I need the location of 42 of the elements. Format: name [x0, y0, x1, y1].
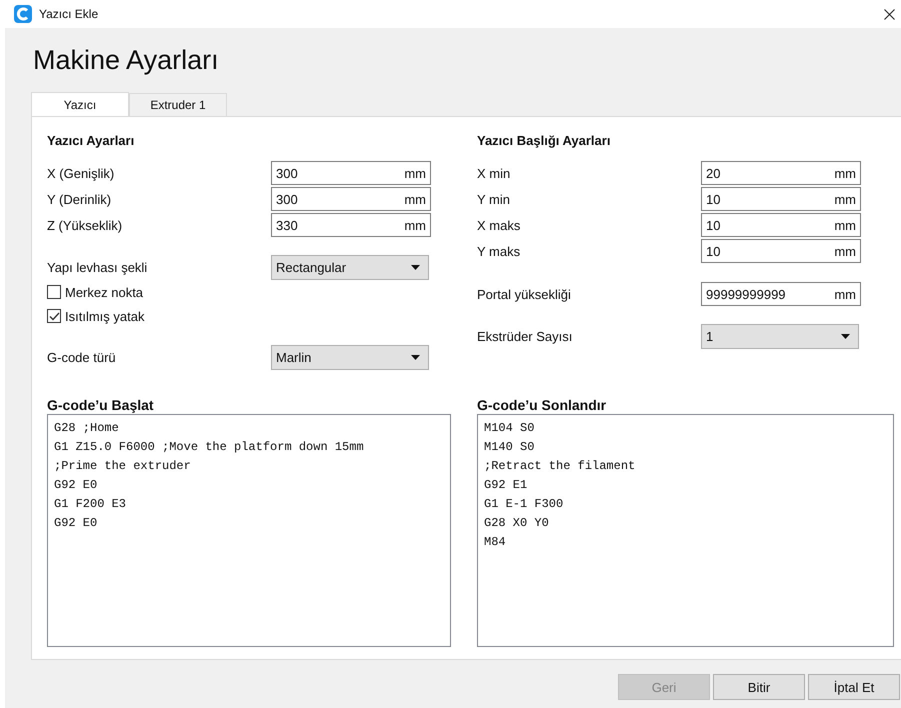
section-title: G-code’u Başlat [47, 396, 154, 414]
checkmark-icon [48, 312, 60, 320]
caret-icon [841, 334, 850, 339]
field-label: G-code türü [47, 350, 117, 365]
code-editor[interactable]: M104 S0 M140 S0 ;Retract the filament G92 E1 G1 E-1 F300 G28 X0 Y0 M84 [477, 414, 894, 647]
number-field[interactable]: 10 mm [701, 187, 861, 211]
page-heading: Makine Ayarları [33, 44, 219, 76]
section-title: Yazıcı Ayarları [47, 132, 134, 150]
caret-icon [411, 355, 420, 360]
dropdown[interactable]: Marlin [271, 345, 429, 370]
app-logo-icon [14, 5, 32, 23]
field-label: X min [477, 166, 512, 180]
tab[interactable]: Extruder 1 [129, 93, 227, 116]
section-title: G-code’u Sonlandır [477, 396, 606, 414]
caret-icon [411, 265, 420, 270]
number-field[interactable]: 300 mm [271, 161, 431, 185]
dialog-button[interactable]: İptal Et [808, 674, 900, 700]
dropdown[interactable]: Rectangular [271, 255, 429, 280]
code-editor[interactable]: G28 ;Home G1 Z15.0 F6000 ;Move the platform down 15mm ;Prime the extruder G92 E0 G1 F200 E3 G92 E0 [47, 414, 451, 647]
field-label: Portal yüksekliği [477, 286, 572, 302]
field-label: X (Genişlik) [47, 166, 116, 180]
number-field[interactable]: 300 mm [271, 187, 431, 211]
tab[interactable]: Yazıcı [31, 92, 129, 116]
field-label: Yapı levhası şekli [47, 260, 148, 275]
number-field[interactable]: 20 mm [701, 161, 861, 185]
dropdown[interactable]: 1 [701, 324, 859, 349]
field-label: Y min [477, 192, 511, 206]
field-label: Ekstrüder Sayısı [477, 329, 574, 344]
number-field[interactable]: 330 mm [271, 213, 431, 237]
field-label: Z (Yükseklik) [47, 218, 124, 232]
window-title: Yazıcı Ekle [39, 7, 98, 21]
number-field[interactable]: 99999999999 mm [701, 282, 861, 306]
number-field[interactable]: 10 mm [701, 213, 861, 237]
field-label: Y maks [477, 244, 522, 258]
checkbox[interactable]: Isıtılmış yatak [47, 308, 144, 324]
field-label: Y (Derinlik) [47, 192, 112, 206]
close-icon[interactable] [884, 8, 895, 20]
dialog-button[interactable]: Bitir [713, 674, 805, 700]
field-label: X maks [477, 218, 522, 232]
section-title: Yazıcı Başlığı Ayarları [477, 132, 610, 150]
number-field[interactable]: 10 mm [701, 239, 861, 263]
checkbox[interactable]: Merkez nokta [47, 284, 144, 300]
